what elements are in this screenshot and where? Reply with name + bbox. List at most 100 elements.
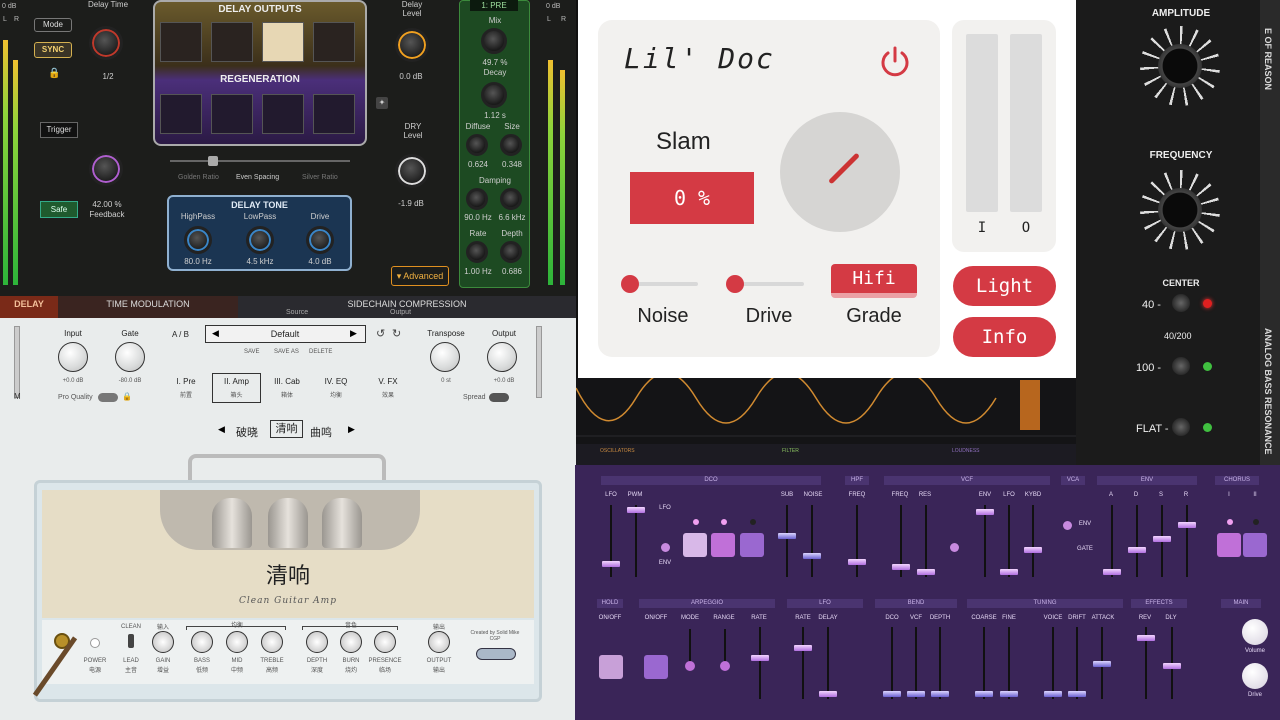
output-knob[interactable] (487, 342, 517, 372)
bend-vcf-slider[interactable] (915, 627, 917, 699)
tab-pre[interactable]: I. Pre (174, 377, 198, 386)
drive-knob[interactable] (1242, 663, 1268, 689)
prev-amp-icon[interactable]: ◀ (218, 424, 225, 435)
chorus-2-button[interactable] (1243, 533, 1267, 557)
amplitude-knob[interactable] (1158, 44, 1202, 88)
noise-slider-handle[interactable] (803, 553, 821, 559)
env-r-slider[interactable] (1186, 505, 1188, 577)
env-a-slider[interactable] (1111, 505, 1113, 577)
fx-rev-slider-handle[interactable] (1137, 635, 1155, 641)
flat-switch[interactable] (1172, 418, 1190, 436)
tune-drift-slider[interactable] (1076, 627, 1078, 699)
tune-voice-slider[interactable] (1052, 627, 1054, 699)
output-tap-3[interactable] (262, 22, 304, 62)
delay-level-knob[interactable] (395, 28, 429, 62)
mid-knob[interactable] (226, 631, 248, 653)
save-as-button[interactable]: SAVE AS (274, 349, 299, 355)
tune-fine-slider-handle[interactable] (1000, 691, 1018, 697)
depth-knob[interactable] (306, 631, 328, 653)
sync-button[interactable]: SYNC (34, 42, 72, 58)
lowpass-knob[interactable] (246, 226, 274, 254)
delete-button[interactable]: DELETE (309, 349, 332, 355)
sub-slider[interactable] (786, 505, 788, 577)
noise-slider[interactable] (811, 505, 813, 577)
tab-filter[interactable]: FILTER (782, 448, 799, 454)
transpose-knob[interactable] (430, 342, 460, 372)
lock-icon[interactable]: 🔒 (48, 68, 60, 79)
gate-knob[interactable] (115, 342, 145, 372)
vcf-lfo-slider[interactable] (1008, 505, 1010, 577)
pulse-wave-button[interactable] (683, 533, 707, 557)
light-button[interactable]: Light (953, 266, 1056, 306)
arp-button[interactable] (644, 655, 668, 679)
output-tap-2[interactable] (211, 22, 253, 62)
fx-dly-slider-handle[interactable] (1163, 663, 1181, 669)
damping-low-knob[interactable] (466, 188, 488, 210)
vcf-res-slider[interactable] (925, 505, 927, 577)
tab-fx[interactable]: V. FX (372, 377, 404, 386)
env-a-slider-handle[interactable] (1103, 569, 1121, 575)
drive-slider-track[interactable] (736, 282, 804, 286)
vcf-env-slider-handle[interactable] (976, 509, 994, 515)
info-button[interactable]: Info (953, 317, 1056, 357)
env-s-slider-handle[interactable] (1153, 536, 1171, 542)
trigger-button[interactable]: Trigger (40, 122, 78, 138)
advanced-button[interactable]: ▾ Advanced (391, 266, 449, 286)
noise-slider-track[interactable] (630, 282, 698, 286)
drive-knob[interactable] (306, 226, 334, 254)
lfo-rate-slider[interactable] (802, 627, 804, 699)
size-knob[interactable] (500, 134, 522, 156)
power-led[interactable] (90, 638, 100, 648)
tab-oscillators[interactable]: OSCILLATORS (600, 448, 635, 454)
tab-cab[interactable]: III. Cab (268, 377, 306, 386)
hpf-freq-slider-handle[interactable] (848, 559, 866, 565)
bend-vcf-slider-handle[interactable] (907, 691, 925, 697)
burn-knob[interactable] (340, 631, 362, 653)
regen-tap-1[interactable] (160, 94, 202, 134)
center-100-switch[interactable] (1172, 357, 1190, 375)
bass-knob[interactable] (191, 631, 213, 653)
dco-source-switch[interactable] (661, 543, 670, 552)
saw-wave-button[interactable] (711, 533, 735, 557)
vcf-kybd-slider[interactable] (1032, 505, 1034, 577)
lock-icon[interactable]: 🔒 (122, 392, 132, 401)
mode-left[interactable]: 破晓 (236, 424, 258, 440)
tune-attack-slider-handle[interactable] (1093, 661, 1111, 667)
center-40-switch[interactable] (1172, 294, 1190, 312)
volume-knob[interactable] (1242, 619, 1268, 645)
power-icon[interactable] (878, 44, 912, 78)
pre-selector[interactable]: 1: PRE (470, 0, 518, 11)
channel-switch[interactable] (128, 634, 134, 648)
feedback-knob[interactable] (89, 152, 123, 186)
tab-eq[interactable]: IV. EQ (320, 377, 352, 386)
tune-voice-slider-handle[interactable] (1044, 691, 1062, 697)
pro-quality-toggle[interactable] (98, 393, 118, 402)
dco-lfo-slider-handle[interactable] (602, 561, 620, 567)
mode-current[interactable]: 清响 (270, 420, 303, 438)
decay-knob[interactable] (481, 82, 507, 108)
frequency-knob[interactable] (1158, 188, 1202, 232)
treble-knob[interactable] (261, 631, 283, 653)
bend-dco-slider[interactable] (891, 627, 893, 699)
drive-slider-handle[interactable] (726, 275, 744, 293)
tune-coarse-slider-handle[interactable] (975, 691, 993, 697)
redo-icon[interactable]: ↻ (392, 327, 401, 340)
regen-tap-4[interactable] (313, 94, 355, 134)
tune-drift-slider-handle[interactable] (1068, 691, 1086, 697)
sub-slider-handle[interactable] (778, 533, 796, 539)
next-preset-icon[interactable]: ▶ (350, 328, 357, 339)
tune-coarse-slider[interactable] (983, 627, 985, 699)
damping-high-knob[interactable] (500, 188, 522, 210)
arp-mode-switch[interactable] (685, 661, 695, 671)
vca-mode-switch[interactable] (1063, 521, 1072, 530)
mode-button[interactable]: Mode (34, 18, 72, 32)
vcf-lfo-slider-handle[interactable] (1000, 569, 1018, 575)
next-amp-icon[interactable]: ▶ (348, 424, 355, 435)
undo-icon[interactable]: ↺ (376, 327, 385, 340)
chorus-1-button[interactable] (1217, 533, 1241, 557)
prev-preset-icon[interactable]: ◀ (212, 328, 219, 339)
presence-knob[interactable] (374, 631, 396, 653)
spacing-slider-track[interactable] (170, 160, 350, 162)
safe-button[interactable]: Safe (40, 201, 78, 218)
dry-level-knob[interactable] (395, 154, 429, 188)
